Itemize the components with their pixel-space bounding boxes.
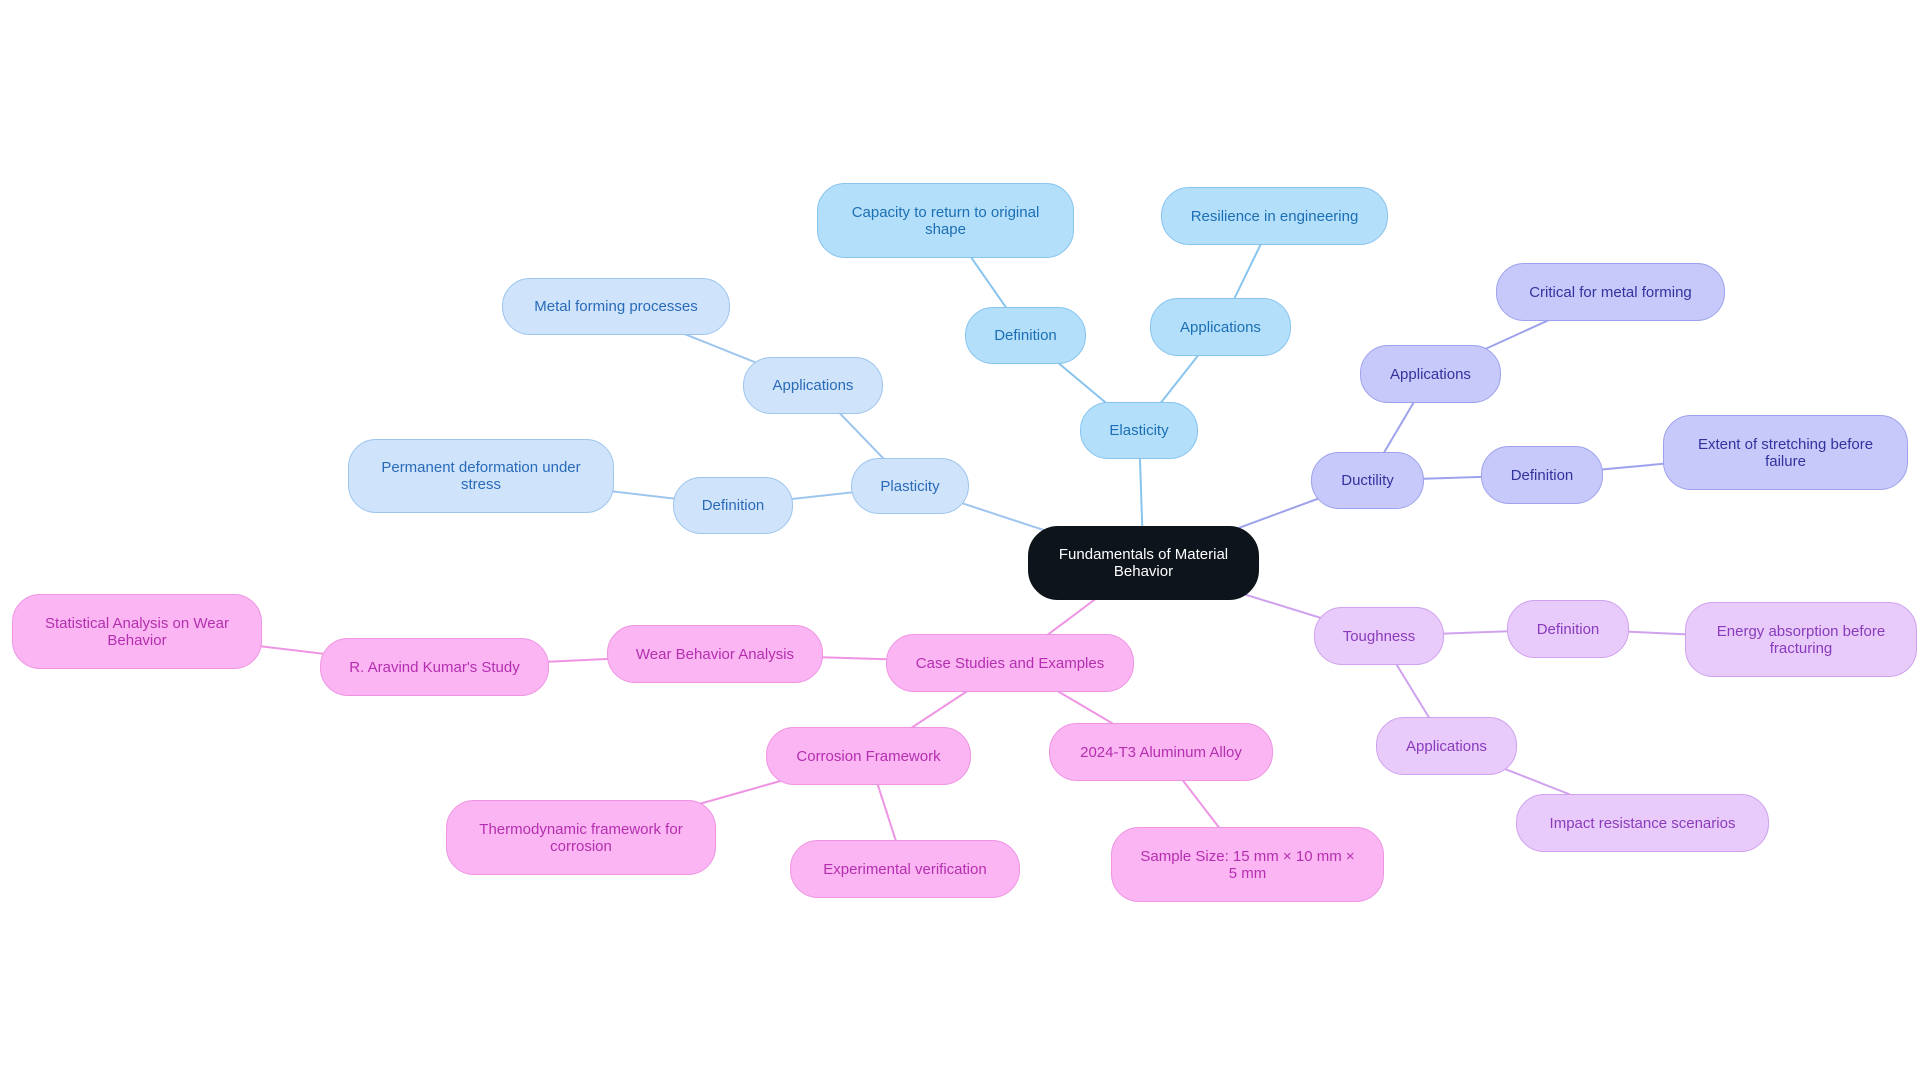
ductility-definition-label: Definition (1510, 466, 1574, 484)
toughness-node[interactable]: Toughness (1314, 607, 1444, 665)
elasticity-label: Elasticity (1109, 422, 1169, 439)
toughness-definition-text-node[interactable]: Energy absorption before fracturing (1685, 602, 1917, 677)
wear-behavior-label: Wear Behavior Analysis (635, 645, 795, 663)
ductility-applications-node[interactable]: Applications (1360, 345, 1501, 403)
aravind-study-label: R. Aravind Kumar's Study (349, 658, 520, 676)
thermodynamic-framework-label: Thermodynamic framework for corrosion (479, 820, 683, 855)
case-studies-node[interactable]: Case Studies and Examples (886, 634, 1134, 692)
corrosion-framework-node[interactable]: Corrosion Framework (766, 727, 971, 785)
elasticity-node[interactable]: Elasticity (1080, 402, 1198, 459)
elasticity-applications-label: Applications (1180, 318, 1261, 336)
mind-map-canvas: Fundamentals of Material Behavior Plasti… (0, 0, 1920, 1083)
corrosion-framework-label: Corrosion Framework (796, 747, 941, 765)
elasticity-applications-text-node[interactable]: Resilience in engineering (1161, 187, 1388, 245)
elasticity-applications-text-label: Resilience in engineering (1190, 207, 1359, 225)
ductility-definition-text-node[interactable]: Extent of stretching before failure (1663, 415, 1908, 490)
experimental-verification-label: Experimental verification (823, 860, 987, 878)
ductility-applications-text-node[interactable]: Critical for metal forming (1496, 263, 1725, 321)
wear-behavior-node[interactable]: Wear Behavior Analysis (607, 625, 823, 683)
toughness-applications-text-node[interactable]: Impact resistance scenarios (1516, 794, 1769, 852)
toughness-applications-text-label: Impact resistance scenarios (1549, 814, 1736, 832)
aravind-study-node[interactable]: R. Aravind Kumar's Study (320, 638, 549, 696)
plasticity-applications-label: Applications (772, 377, 854, 394)
plasticity-definition-text-node[interactable]: Permanent deformation under stress (348, 439, 614, 513)
sample-size-node[interactable]: Sample Size: 15 mm × 10 mm × 5 mm (1111, 827, 1384, 902)
experimental-verification-node[interactable]: Experimental verification (790, 840, 1020, 898)
statistical-analysis-node[interactable]: Statistical Analysis on Wear Behavior (12, 594, 262, 669)
elasticity-definition-label: Definition (994, 327, 1057, 344)
aluminum-alloy-label: 2024-T3 Aluminum Alloy (1080, 743, 1242, 761)
ductility-node[interactable]: Ductility (1311, 452, 1424, 509)
ductility-definition-node[interactable]: Definition (1481, 446, 1603, 504)
elasticity-definition-text-node[interactable]: Capacity to return to original shape (817, 183, 1074, 258)
plasticity-applications-text-node[interactable]: Metal forming processes (502, 278, 730, 335)
root-node[interactable]: Fundamentals of Material Behavior (1028, 526, 1259, 600)
plasticity-applications-text-label: Metal forming processes (534, 298, 698, 315)
toughness-applications-label: Applications (1406, 737, 1487, 755)
plasticity-label: Plasticity (880, 477, 940, 495)
plasticity-applications-node[interactable]: Applications (743, 357, 883, 414)
plasticity-definition-label: Definition (701, 497, 765, 514)
elasticity-applications-node[interactable]: Applications (1150, 298, 1291, 356)
plasticity-node[interactable]: Plasticity (851, 458, 969, 514)
elasticity-definition-text-label: Capacity to return to original shape (851, 203, 1040, 238)
toughness-definition-node[interactable]: Definition (1507, 600, 1629, 658)
root-node-label: Fundamentals of Material Behavior (1058, 546, 1229, 580)
toughness-label: Toughness (1342, 627, 1416, 645)
toughness-definition-label: Definition (1536, 620, 1600, 638)
aluminum-alloy-node[interactable]: 2024-T3 Aluminum Alloy (1049, 723, 1273, 781)
case-studies-label: Case Studies and Examples (915, 654, 1105, 672)
sample-size-label: Sample Size: 15 mm × 10 mm × 5 mm (1140, 847, 1355, 882)
elasticity-definition-node[interactable]: Definition (965, 307, 1086, 364)
ductility-definition-text-label: Extent of stretching before failure (1697, 435, 1874, 470)
plasticity-definition-text-label: Permanent deformation under stress (381, 459, 581, 493)
plasticity-definition-node[interactable]: Definition (673, 477, 793, 534)
toughness-applications-node[interactable]: Applications (1376, 717, 1517, 775)
ductility-label: Ductility (1341, 472, 1394, 489)
mind-map-edges (136, 215, 1802, 870)
toughness-definition-text-label: Energy absorption before fracturing (1716, 622, 1886, 657)
statistical-analysis-label: Statistical Analysis on Wear Behavior (45, 614, 229, 649)
ductility-applications-label: Applications (1390, 365, 1471, 383)
thermodynamic-framework-node[interactable]: Thermodynamic framework for corrosion (446, 800, 716, 875)
ductility-applications-text-label: Critical for metal forming (1529, 283, 1692, 301)
